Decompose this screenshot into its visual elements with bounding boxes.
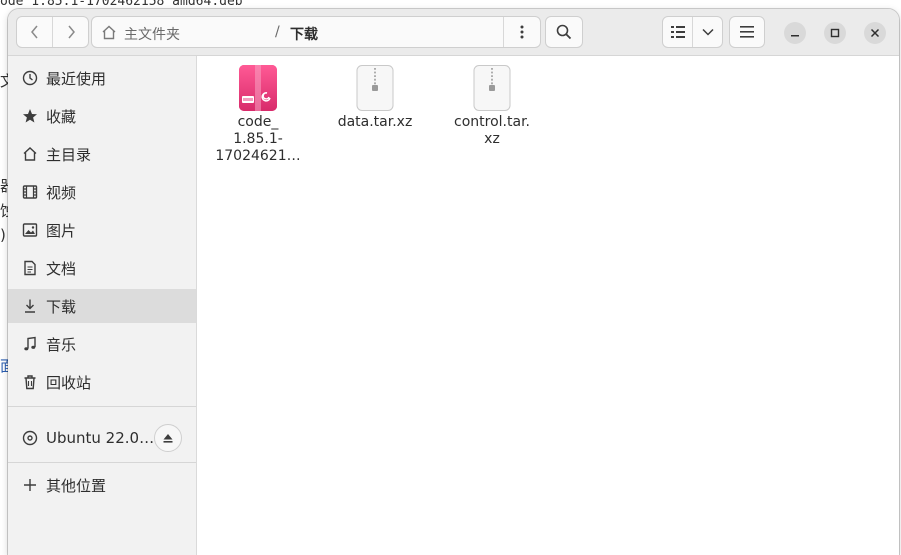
- background-terminal-line: ode 1.85.1-1702462158 amd64.deb: [0, 0, 243, 9]
- archive-icon: [472, 65, 512, 111]
- sidebar-item-home[interactable]: 主目录: [8, 137, 196, 171]
- close-button[interactable]: [864, 22, 886, 44]
- sidebar-item-label: 文档: [46, 259, 77, 278]
- sidebar-item-label: 最近使用: [46, 69, 107, 88]
- sidebar-item-label: 收藏: [46, 107, 77, 126]
- navigation-buttons: [16, 16, 89, 48]
- clock-icon: [21, 69, 39, 87]
- header-bar: 主文件夹 / 下载: [8, 9, 899, 56]
- file-name: control.tar. xz: [454, 114, 530, 147]
- image-icon: [21, 221, 39, 239]
- chevron-left-icon: [30, 25, 38, 39]
- file-view: code_ 1.85.1- 17024621… data.tar.xz cont…: [197, 56, 899, 555]
- chevron-down-icon: [701, 28, 714, 36]
- file-manager-window: 主文件夹 / 下载 最近使用 收藏 主目录 视频 图片 文档 下载 音乐 回收站…: [8, 9, 899, 555]
- eject-icon: [163, 434, 173, 443]
- file-item-data-tar-xz[interactable]: data.tar.xz: [325, 56, 425, 131]
- eject-button[interactable]: [154, 424, 182, 452]
- view-options: [662, 16, 723, 48]
- sidebar: 最近使用 收藏 主目录 视频 图片 文档 下载 音乐 回收站 Ubuntu 22…: [8, 56, 197, 555]
- sidebar-item-label: 其他位置: [46, 476, 107, 495]
- breadcrumb-home[interactable]: 主文件夹: [124, 24, 180, 44]
- maximize-button[interactable]: [824, 22, 846, 44]
- document-icon: [21, 259, 39, 277]
- vertical-dots-icon: [520, 25, 524, 39]
- archive-icon: [355, 65, 395, 111]
- sidebar-item-videos[interactable]: 视频: [8, 175, 196, 209]
- main-menu-button[interactable]: [729, 16, 765, 48]
- music-icon: [21, 335, 39, 353]
- sidebar-item-documents[interactable]: 文档: [8, 251, 196, 285]
- star-icon: [21, 107, 39, 125]
- background-fragment: ): [0, 226, 6, 244]
- download-icon: [21, 297, 39, 315]
- close-icon: [870, 28, 880, 38]
- chevron-right-icon: [67, 25, 75, 39]
- sidebar-item-label: 下载: [46, 297, 77, 316]
- minimize-button[interactable]: [784, 22, 806, 44]
- sidebar-item-label: 图片: [46, 221, 77, 240]
- path-menu-button[interactable]: [503, 17, 540, 47]
- file-name: data.tar.xz: [337, 114, 413, 130]
- sidebar-item-label: Ubuntu 22.0…: [46, 429, 155, 447]
- file-item-code-deb[interactable]: code_ 1.85.1- 17024621…: [208, 56, 308, 165]
- disc-icon: [21, 429, 39, 447]
- search-button[interactable]: [545, 16, 583, 48]
- hamburger-icon: [740, 26, 754, 38]
- sidebar-item-label: 主目录: [46, 145, 92, 164]
- sidebar-item-label: 视频: [46, 183, 77, 202]
- sidebar-item-trash[interactable]: 回收站: [8, 365, 196, 399]
- file-item-control-tar-xz[interactable]: control.tar. xz: [442, 56, 542, 148]
- forward-button[interactable]: [52, 17, 88, 47]
- list-view-icon: [670, 26, 685, 38]
- sidebar-item-pictures[interactable]: 图片: [8, 213, 196, 247]
- breadcrumb-separator: /: [275, 24, 280, 40]
- sidebar-item-downloads[interactable]: 下载: [8, 289, 196, 323]
- file-name: code_ 1.85.1- 17024621…: [215, 114, 301, 164]
- path-bar: 主文件夹 / 下载: [91, 16, 541, 48]
- search-icon: [556, 24, 572, 40]
- sidebar-divider: [8, 406, 196, 407]
- plus-icon: [21, 476, 39, 494]
- sidebar-item-starred[interactable]: 收藏: [8, 99, 196, 133]
- home-icon: [102, 25, 116, 40]
- sidebar-item-recent[interactable]: 最近使用: [8, 61, 196, 95]
- trash-icon: [21, 373, 39, 391]
- maximize-icon: [830, 28, 840, 38]
- minimize-icon: [791, 35, 799, 37]
- sidebar-item-label: 音乐: [46, 335, 77, 354]
- home-icon: [21, 145, 39, 163]
- list-view-button[interactable]: [663, 17, 692, 47]
- sidebar-divider: [8, 462, 196, 463]
- sidebar-item-other-locations[interactable]: 其他位置: [8, 468, 196, 502]
- sidebar-item-music[interactable]: 音乐: [8, 327, 196, 361]
- film-icon: [21, 183, 39, 201]
- debian-package-icon: [238, 65, 278, 111]
- breadcrumb-current[interactable]: 下载: [290, 24, 318, 44]
- back-button[interactable]: [17, 17, 52, 47]
- sidebar-item-label: 回收站: [46, 373, 92, 392]
- view-dropdown-button[interactable]: [692, 17, 722, 47]
